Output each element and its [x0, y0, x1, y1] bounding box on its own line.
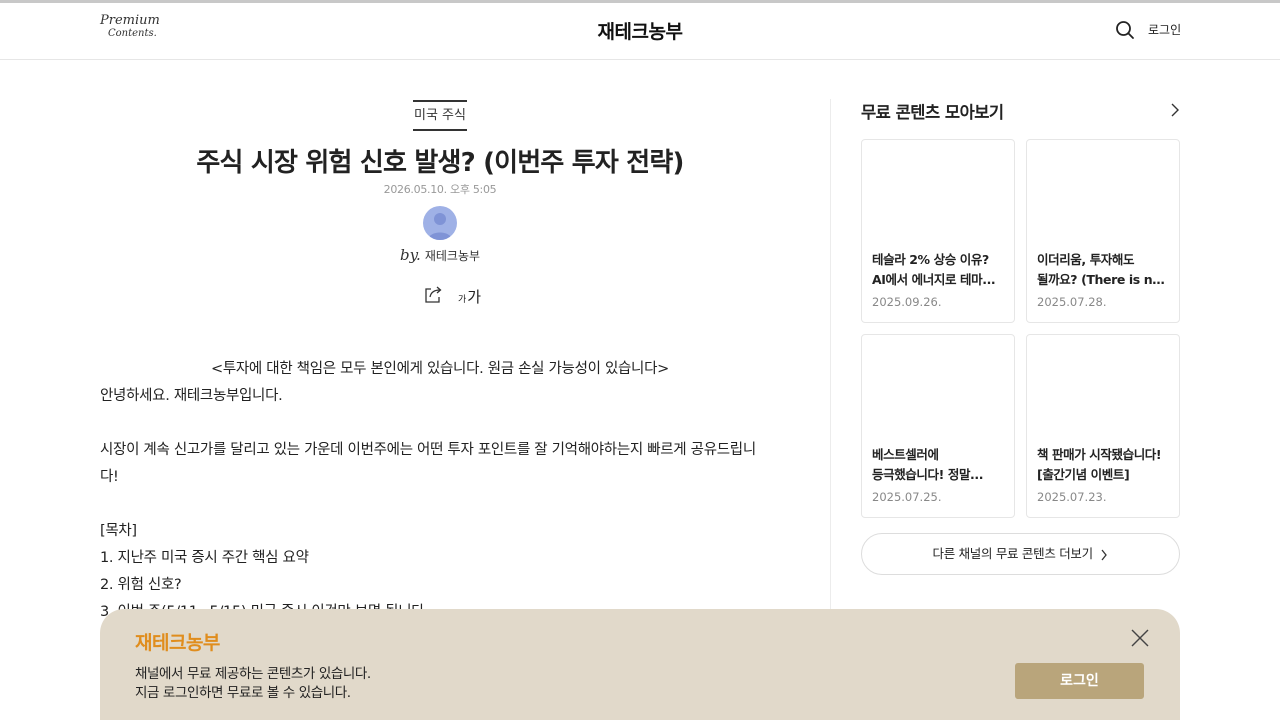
- greeting-text: 안녕하세요. 재테크농부입니다.: [100, 388, 283, 404]
- card-title: 이더리움, 투자해도 될까요? (There is no...: [1037, 250, 1171, 290]
- card-title-line: 책 판매가 시작됐습니다!: [1037, 447, 1162, 462]
- by-prefix: by.: [399, 246, 421, 264]
- card-title: 테슬라 2% 상승 이유? AI에서 에너지로 테마...: [872, 250, 1006, 290]
- content-card[interactable]: 이더리움, 투자해도 될까요? (There is no... 2025.07.…: [1026, 139, 1180, 323]
- intro-text-line-1: 시장이 계속 신고가를 달리고 있는 가운데 이번주에는 어떤 투자 포인트를 …: [100, 442, 756, 458]
- chevron-right-icon[interactable]: [1168, 102, 1182, 118]
- toc-heading: [목차]: [100, 523, 137, 539]
- toc-item: 1. 지난주 미국 증시 주간 핵심 요약: [100, 550, 309, 566]
- chevron-right-icon: [1101, 549, 1108, 560]
- card-title-line: 등극했습니다! 정말...: [872, 467, 984, 482]
- intro-text-line-2: 다!: [100, 469, 119, 485]
- card-date: 2025.09.26.: [872, 295, 942, 309]
- login-prompt-banner: 재테크농부 채널에서 무료 제공하는 콘텐츠가 있습니다. 지금 로그인하면 무…: [100, 609, 1180, 720]
- font-size-small: 가: [458, 295, 467, 305]
- card-title-line: 이더리움, 투자해도: [1037, 252, 1135, 267]
- category-text: 미국 주식: [414, 108, 466, 123]
- article-title: 주식 시장 위험 신호 발생? (이번주 투자 전략): [196, 148, 684, 178]
- card-title-line: 베스트셀러에: [872, 447, 939, 462]
- banner-message-line-1: 채널에서 무료 제공하는 콘텐츠가 있습니다.: [135, 666, 371, 682]
- banner-message-line-2: 지금 로그인하면 무료로 볼 수 있습니다.: [135, 685, 351, 701]
- author-name[interactable]: 재테크농부: [425, 249, 480, 263]
- card-date: 2025.07.23.: [1037, 490, 1107, 504]
- card-title: 베스트셀러에 등극했습니다! 정말...: [872, 445, 1006, 485]
- card-title-line: 테슬라 2% 상승 이유?: [872, 252, 989, 267]
- article: 미국 주식 주식 시장 위험 신호 발생? (이번주 투자 전략) 2026.0…: [100, 60, 780, 620]
- content-card[interactable]: 책 판매가 시작됐습니다! [출간기념 이벤트] 2025.07.23.: [1026, 334, 1180, 518]
- disclaimer-text: <투자에 대한 책임은 모두 본인에게 있습니다. 원금 손실 가능성이 있습니…: [211, 361, 669, 377]
- column-divider: [830, 99, 831, 619]
- font-size-button[interactable]: 가가: [458, 286, 481, 307]
- more-free-contents-button[interactable]: 다른 채널의 무료 콘텐츠 더보기: [861, 533, 1180, 575]
- card-title-line: 될까요? (There is no...: [1037, 272, 1171, 287]
- card-title-line: AI에서 에너지로 테마...: [872, 272, 996, 287]
- share-icon[interactable]: [423, 284, 443, 304]
- article-body: <투자에 대한 책임은 모두 본인에게 있습니다. 원금 손실 가능성이 있습니…: [100, 356, 780, 620]
- search-icon[interactable]: [1115, 20, 1135, 40]
- more-button-label: 다른 채널의 무료 콘텐츠 더보기: [932, 546, 1094, 561]
- byline: by. 재테크농부: [100, 246, 780, 264]
- banner-login-button[interactable]: 로그인: [1015, 663, 1144, 699]
- category-label[interactable]: 미국 주식: [413, 100, 467, 131]
- toc-item: 2. 위험 신호?: [100, 577, 182, 593]
- banner-title: 재테크농부: [135, 632, 220, 654]
- sidebar-title[interactable]: 무료 콘텐츠 모아보기: [861, 99, 1004, 123]
- close-icon[interactable]: [1130, 628, 1150, 648]
- card-date: 2025.07.28.: [1037, 295, 1107, 309]
- article-date: 2026.05.10. 오후 5:05: [383, 183, 497, 196]
- site-header: Premium Contents. 재테크농부 로그인: [0, 3, 1280, 60]
- user-silhouette-icon: [428, 213, 452, 240]
- site-title[interactable]: 재테크농부: [0, 17, 1280, 44]
- header-login-link[interactable]: 로그인: [1148, 21, 1181, 38]
- content-card[interactable]: 베스트셀러에 등극했습니다! 정말... 2025.07.25.: [861, 334, 1015, 518]
- card-title-line: [출간기념 이벤트]: [1037, 467, 1130, 482]
- content-card[interactable]: 테슬라 2% 상승 이유? AI에서 에너지로 테마... 2025.09.26…: [861, 139, 1015, 323]
- author-avatar[interactable]: [423, 206, 457, 240]
- card-title: 책 판매가 시작됐습니다! [출간기념 이벤트]: [1037, 445, 1171, 485]
- card-date: 2025.07.25.: [872, 490, 942, 504]
- font-size-large: 가: [467, 288, 482, 306]
